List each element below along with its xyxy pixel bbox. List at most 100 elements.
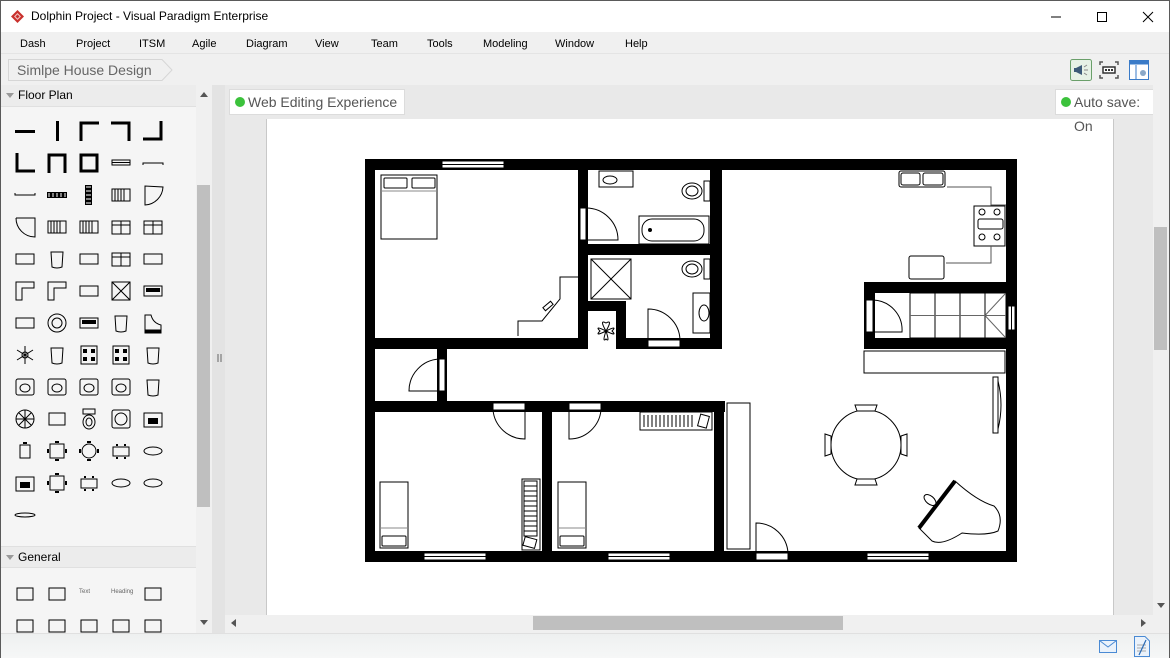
palette-shape-sink[interactable] [77, 375, 101, 399]
palette-section-floor-plan[interactable]: Floor Plan [1, 85, 196, 107]
palette-shape-wall-u-shape[interactable] [45, 151, 69, 175]
scroll-right-icon[interactable] [1141, 619, 1146, 627]
menu-help[interactable]: Help [625, 38, 648, 50]
palette-shape-thick-rectangle[interactable] [141, 582, 165, 606]
palette-shape-shower[interactable] [109, 279, 133, 303]
palette-shape-double-door[interactable] [45, 215, 69, 239]
palette-shape-wall-corner-top-left[interactable] [77, 119, 101, 143]
minimize-button[interactable] [1033, 1, 1079, 32]
palette-shape-door-swing-right[interactable] [141, 183, 165, 207]
palette-shape-wall-corner-bottom-right[interactable] [141, 119, 165, 143]
palette-shape-desk[interactable] [77, 279, 101, 303]
palette-shape-washing-machine[interactable] [109, 407, 133, 431]
menu-tools[interactable]: Tools [427, 38, 453, 50]
palette-shape-radiator-grill[interactable] [109, 183, 133, 207]
palette-shape-toilet[interactable] [77, 407, 101, 431]
palette-shape-door-swing-left[interactable] [13, 215, 37, 239]
close-button[interactable] [1125, 1, 1170, 32]
palette-scrollbar[interactable] [196, 85, 212, 633]
palette-shape-square[interactable] [109, 614, 133, 633]
announcement-button[interactable] [1070, 59, 1092, 81]
palette-shape-table-6-rect[interactable] [77, 471, 101, 495]
palette-shape-wall-horizontal[interactable] [13, 119, 37, 143]
horizontal-scroll-thumb[interactable] [533, 616, 843, 630]
palette-shape-ellipse-thick[interactable] [77, 614, 101, 633]
palette-shape-tv-set[interactable] [77, 247, 101, 271]
menu-modeling[interactable]: Modeling [483, 38, 528, 50]
palette-shape-counter[interactable] [13, 311, 37, 335]
palette-shape-lamp-table[interactable] [141, 247, 165, 271]
palette-shape-table-rect[interactable] [45, 407, 69, 431]
palette-shape-square-thick[interactable] [141, 614, 165, 633]
palette-shape-stereo[interactable] [13, 247, 37, 271]
palette-shape-rounded-thick[interactable] [13, 614, 37, 633]
palette-shape-rectangle[interactable] [13, 582, 37, 606]
palette-shape-stove-4[interactable] [77, 343, 101, 367]
menu-itsm[interactable]: ITSM [139, 38, 165, 50]
palette-shape-sofa-single[interactable] [141, 375, 165, 399]
palette-shape-oven[interactable] [77, 311, 101, 335]
palette-shape-radiator-vertical[interactable] [77, 183, 101, 207]
palette-shape-door-opening[interactable] [141, 151, 165, 175]
palette-shape-ceiling-fan[interactable] [13, 407, 37, 431]
palette-shape-bed-small[interactable] [109, 215, 133, 239]
palette-shape-oval-table-6[interactable] [141, 439, 165, 463]
palette-shape-text[interactable]: Text [77, 582, 101, 606]
vertical-scroll-thumb[interactable] [1154, 227, 1167, 350]
palette-shape-bathtub[interactable] [77, 215, 101, 239]
maximize-button[interactable] [1079, 1, 1125, 32]
palette-shape-chair-pot[interactable] [109, 311, 133, 335]
palette-shape-table-4-square[interactable] [45, 471, 69, 495]
scroll-up-icon[interactable] [200, 92, 208, 97]
auto-save-status[interactable]: Auto save: On [1055, 89, 1165, 134]
palette-shape-oval-table-10[interactable] [141, 471, 165, 495]
menu-team[interactable]: Team [371, 38, 398, 50]
palette-shape-oval-table-8[interactable] [109, 471, 133, 495]
palette-shape-table-4-chairs[interactable] [45, 439, 69, 463]
palette-shape-stove-cooktop[interactable] [109, 343, 133, 367]
palette-shape-wall-vertical[interactable] [45, 119, 69, 143]
diagram-page[interactable] [266, 119, 1114, 615]
palette-shape-armchair-2[interactable] [141, 343, 165, 367]
menu-window[interactable]: Window [555, 38, 594, 50]
palette-shape-oval-long-table[interactable] [13, 503, 37, 527]
panel-splitter[interactable] [212, 85, 225, 633]
palette-shape-plant[interactable] [13, 343, 37, 367]
palette-shape-table-1-chair[interactable] [13, 439, 37, 463]
menu-agile[interactable]: Agile [192, 38, 216, 50]
palette-shape-corner-sink[interactable] [13, 375, 37, 399]
palette-shape-round-sink[interactable] [45, 375, 69, 399]
web-editing-status[interactable]: Web Editing Experience [229, 89, 406, 115]
palette-shape-round-dial[interactable] [45, 311, 69, 335]
scroll-down-icon[interactable] [1157, 603, 1165, 608]
palette-shape-stool[interactable] [45, 247, 69, 271]
breadcrumb-item[interactable]: Simlpe House Design [8, 59, 162, 81]
menu-view[interactable]: View [315, 38, 339, 50]
palette-shape-ellipse[interactable] [45, 614, 69, 633]
palette-shape-fax[interactable] [141, 279, 165, 303]
menu-project[interactable]: Project [76, 38, 110, 50]
palette-shape-printer[interactable] [141, 407, 165, 431]
palette-shape-wall-corner-bottom-left[interactable] [13, 151, 37, 175]
palette-shape-double-sink[interactable] [109, 375, 133, 399]
scroll-left-icon[interactable] [231, 619, 236, 627]
mail-icon[interactable] [1099, 639, 1117, 654]
canvas-horizontal-scrollbar[interactable] [225, 615, 1153, 632]
document-edit-icon[interactable] [1134, 636, 1150, 657]
palette-shape-grand-piano[interactable] [141, 311, 165, 335]
palette-shape-window[interactable] [109, 151, 133, 175]
palette-shape-round-table-4[interactable] [77, 439, 101, 463]
palette-shape-wall-room[interactable] [77, 151, 101, 175]
palette-shape-sofa[interactable] [109, 247, 133, 271]
palette-shape-table-6[interactable] [109, 439, 133, 463]
layout-panel-button[interactable] [1128, 59, 1150, 81]
palette-shape-radiator-horizontal[interactable] [45, 183, 69, 207]
menu-diagram[interactable]: Diagram [246, 38, 288, 50]
palette-shape-rounded-rectangle[interactable] [45, 582, 69, 606]
scroll-down-icon[interactable] [200, 620, 208, 625]
canvas-vertical-scrollbar[interactable] [1153, 85, 1169, 615]
palette-shape-corner-desk[interactable] [13, 279, 37, 303]
palette-shape-l-desk[interactable] [45, 279, 69, 303]
menu-dash[interactable]: Dash [20, 38, 46, 50]
palette-shape-armchair[interactable] [45, 343, 69, 367]
